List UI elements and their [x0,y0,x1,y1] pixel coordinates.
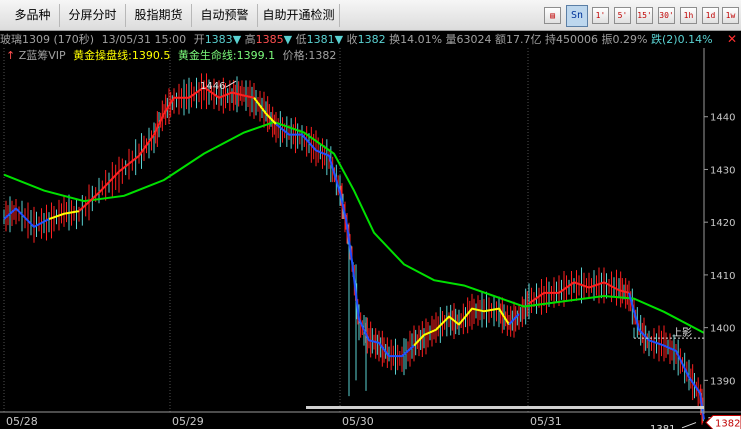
upper-shadow-label: 上影 [672,327,692,339]
y-tick-label: 1390 [710,376,735,387]
y-tick-label: 1410 [710,271,735,282]
low-marker-label: 1381 [650,424,675,429]
current-price-label: 1382 [715,419,740,429]
indicator-lines [3,85,705,420]
y-tick-label: 1430 [710,165,735,176]
x-tick-label: 05/31 [530,415,562,428]
trend-line-segment [3,207,50,229]
x-tick-label: 05/28 [6,415,38,428]
x-tick-label: 05/30 [342,415,374,428]
chart-annotations: 1446上影1381下影1382 [200,80,741,429]
high-marker-label: 1446 [200,81,225,92]
chart-axes: 05/2805/2905/3005/31170秒1390140014101420… [0,48,741,428]
y-tick-label: 1420 [710,218,735,229]
x-tick-label: 05/29 [172,415,204,428]
y-tick-label: 1440 [710,113,735,124]
trend-line-segment [275,123,415,358]
high-marker-line [225,80,237,88]
y-tick-label: 1400 [710,324,735,335]
price-chart[interactable]: 05/2805/2905/3005/31170秒1390140014101420… [0,0,741,429]
range-scroll-bar [306,406,704,409]
low-marker-line [681,422,697,429]
price-bars [3,73,704,425]
